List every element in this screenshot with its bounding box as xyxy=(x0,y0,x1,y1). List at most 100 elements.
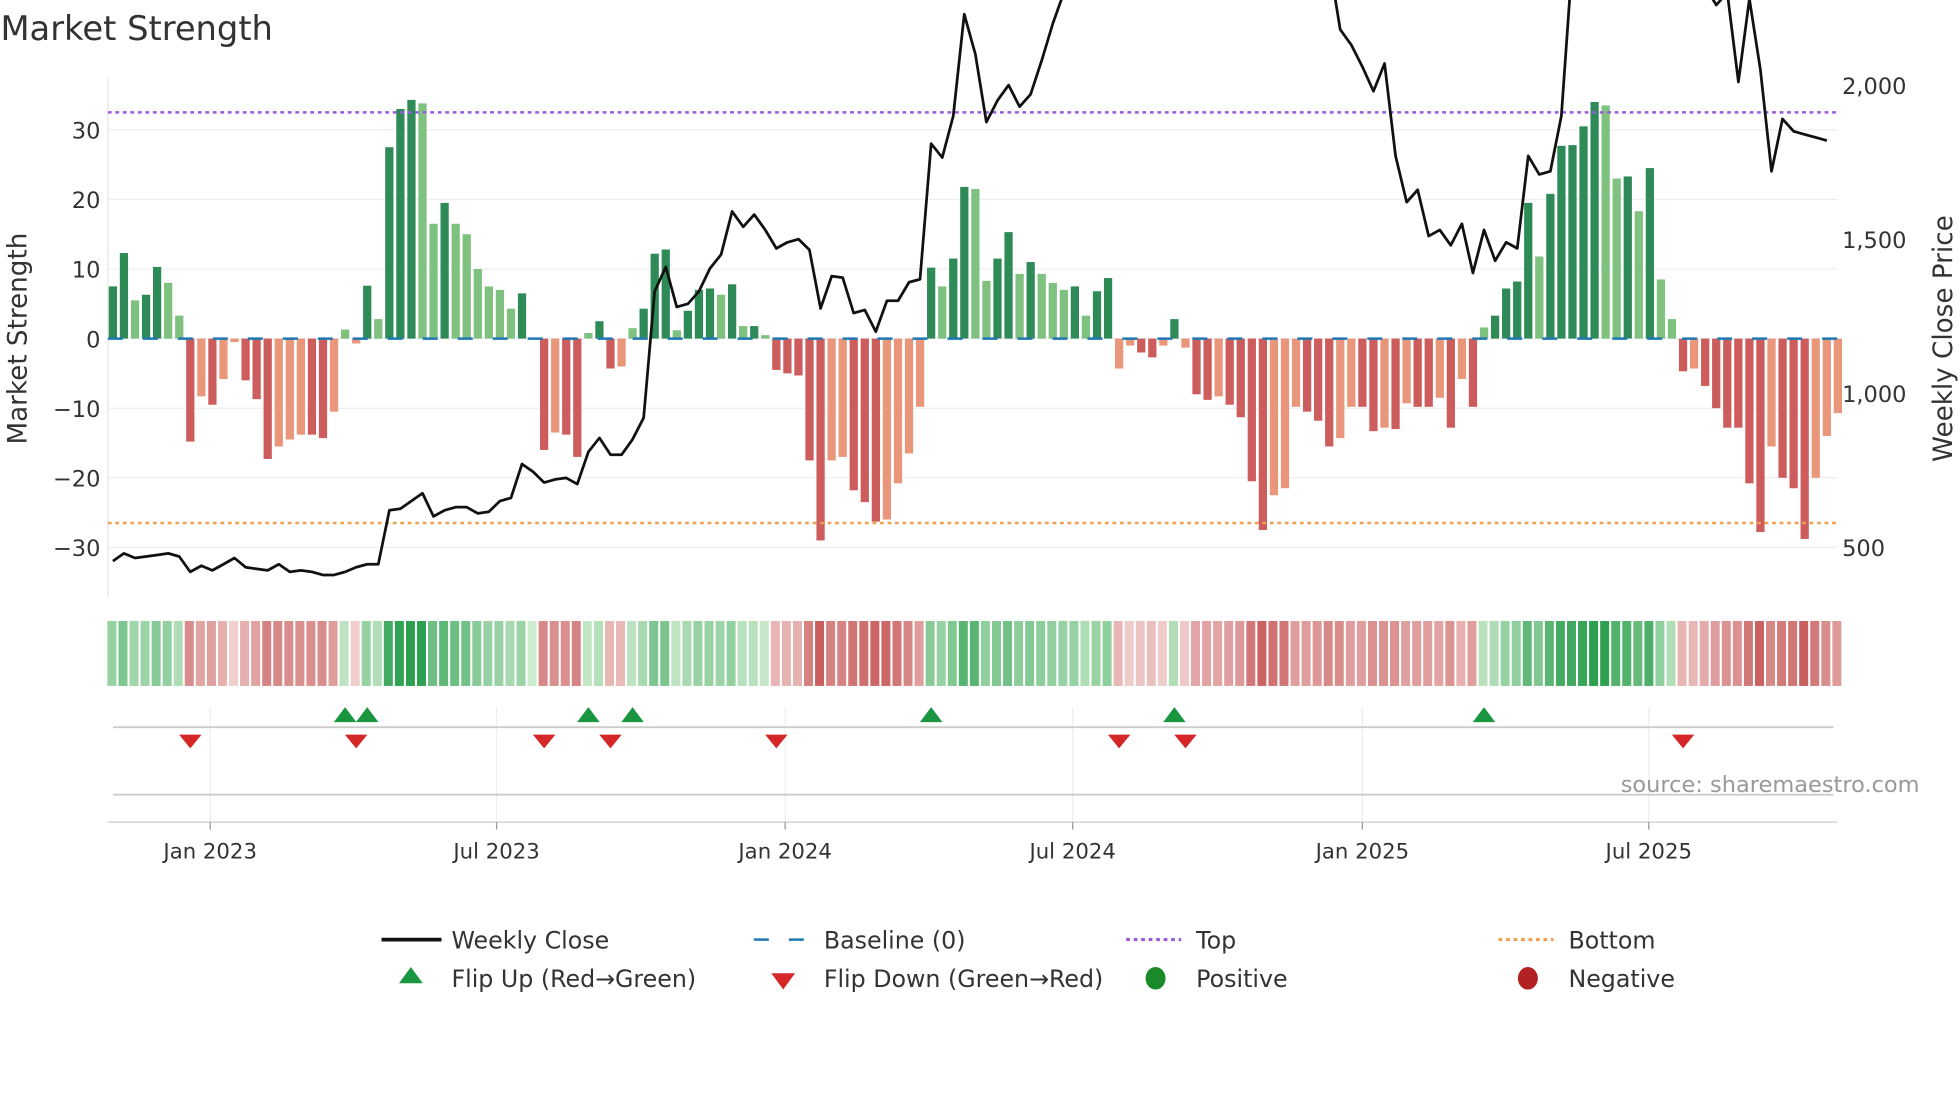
y2-tick-label: 1,500 xyxy=(1842,228,1906,254)
strength-bar xyxy=(1369,338,1378,432)
strip-cell xyxy=(1788,620,1798,686)
flip-down-marker xyxy=(344,734,368,749)
strip-cell xyxy=(195,620,205,686)
strip-cell xyxy=(1456,620,1466,686)
legend-label: Top xyxy=(1195,926,1236,954)
strength-bar xyxy=(1723,338,1732,428)
strip-cell xyxy=(1025,620,1035,686)
strip-cell xyxy=(1766,620,1776,686)
strip-cell xyxy=(792,620,802,686)
strength-bar xyxy=(451,223,460,339)
strength-bar xyxy=(1468,338,1478,407)
strength-bar xyxy=(1181,338,1190,348)
y-tick-label: −10 xyxy=(53,397,100,423)
legend-item: Negative xyxy=(1517,965,1675,993)
strip-cell xyxy=(616,620,626,686)
legend-item: Baseline (0) xyxy=(753,926,966,954)
strip-cell xyxy=(1434,620,1444,686)
flip-down-marker xyxy=(532,734,556,749)
strength-bar xyxy=(1081,315,1091,339)
strength-bar xyxy=(1778,338,1787,478)
strip-cell xyxy=(1390,620,1400,686)
strip-cell xyxy=(1743,620,1753,686)
strip-cell xyxy=(737,620,747,686)
strip-cell xyxy=(184,620,194,686)
strength-bar xyxy=(153,266,162,339)
strength-bar xyxy=(1048,282,1057,339)
strength-bar xyxy=(1269,338,1279,496)
strip-cell xyxy=(980,620,990,686)
strip-cell xyxy=(1478,620,1488,686)
strip-cell xyxy=(1257,620,1267,686)
strip-cell xyxy=(1600,620,1610,686)
strip-cell xyxy=(394,620,404,686)
strength-bar xyxy=(694,289,704,339)
strength-bar xyxy=(1347,338,1356,407)
strip-cell xyxy=(1511,620,1521,686)
strength-bar xyxy=(318,338,328,439)
strength-bar xyxy=(1380,338,1389,428)
strength-bar xyxy=(1115,338,1124,369)
flip-down-marker xyxy=(599,734,622,749)
strength-bar xyxy=(517,293,527,339)
flip-down-marker xyxy=(1174,734,1197,749)
y-tick-label: 30 xyxy=(72,119,101,145)
strength-bar xyxy=(661,249,670,339)
legend-triangle-down-icon xyxy=(771,973,796,990)
strength-bar xyxy=(915,338,925,407)
strip-cell xyxy=(1611,620,1621,686)
strip-cell xyxy=(538,620,548,686)
strip-cell xyxy=(704,620,714,686)
strip-cell xyxy=(317,620,327,686)
strength-bar xyxy=(639,308,648,339)
strip-cell xyxy=(461,620,471,686)
strip-cell xyxy=(1268,620,1278,686)
strength-bar xyxy=(141,294,151,339)
strip-cell xyxy=(328,620,338,686)
strength-bar xyxy=(628,328,637,339)
strength-bar xyxy=(340,329,350,339)
flip-up-marker xyxy=(621,707,644,723)
strip-cell xyxy=(1379,620,1389,686)
strip-cell xyxy=(1179,620,1189,686)
strip-cell xyxy=(284,620,294,686)
strength-bar xyxy=(1148,338,1157,358)
flip-up-marker xyxy=(1163,707,1186,723)
legend-item: Bottom xyxy=(1498,926,1655,954)
strength-bar xyxy=(274,338,283,447)
strip-cell xyxy=(1047,620,1057,686)
strength-bar xyxy=(418,103,427,339)
strip-cell xyxy=(1224,620,1234,686)
strip-cell xyxy=(383,620,393,686)
strength-bar xyxy=(849,338,858,491)
strip-cell xyxy=(1489,620,1499,686)
strength-bar xyxy=(949,258,958,339)
strip-cell xyxy=(1589,620,1599,686)
legend-label: Weekly Close xyxy=(451,926,609,954)
strip-cell xyxy=(1202,620,1212,686)
strip-cell xyxy=(881,620,891,686)
strength-bar xyxy=(551,338,560,433)
y-tick-label: 20 xyxy=(72,188,101,214)
strength-bar xyxy=(108,286,118,339)
strip-cell xyxy=(1721,620,1731,686)
strip-cell xyxy=(1323,620,1333,686)
strip-cell xyxy=(516,620,526,686)
strip-cell xyxy=(1423,620,1433,686)
strength-bar xyxy=(1314,338,1323,421)
strip-cell xyxy=(1445,620,1455,686)
strip-cell xyxy=(1710,620,1720,686)
strip-cell xyxy=(107,620,117,686)
strip-cell xyxy=(1522,620,1532,686)
strength-bar xyxy=(1734,338,1743,428)
strip-cell xyxy=(129,620,139,686)
strip-cell xyxy=(151,620,161,686)
strip-cell xyxy=(1644,620,1654,686)
strength-bar xyxy=(960,186,969,339)
y-axis-right: 3,5003,0002,5002,0001,5001,000500 xyxy=(1842,74,1906,562)
strength-bar xyxy=(540,338,549,450)
strip-cell xyxy=(1732,620,1742,686)
flip-up-marker xyxy=(919,707,943,723)
strength-bar xyxy=(1822,338,1831,437)
strength-bar xyxy=(219,338,228,379)
